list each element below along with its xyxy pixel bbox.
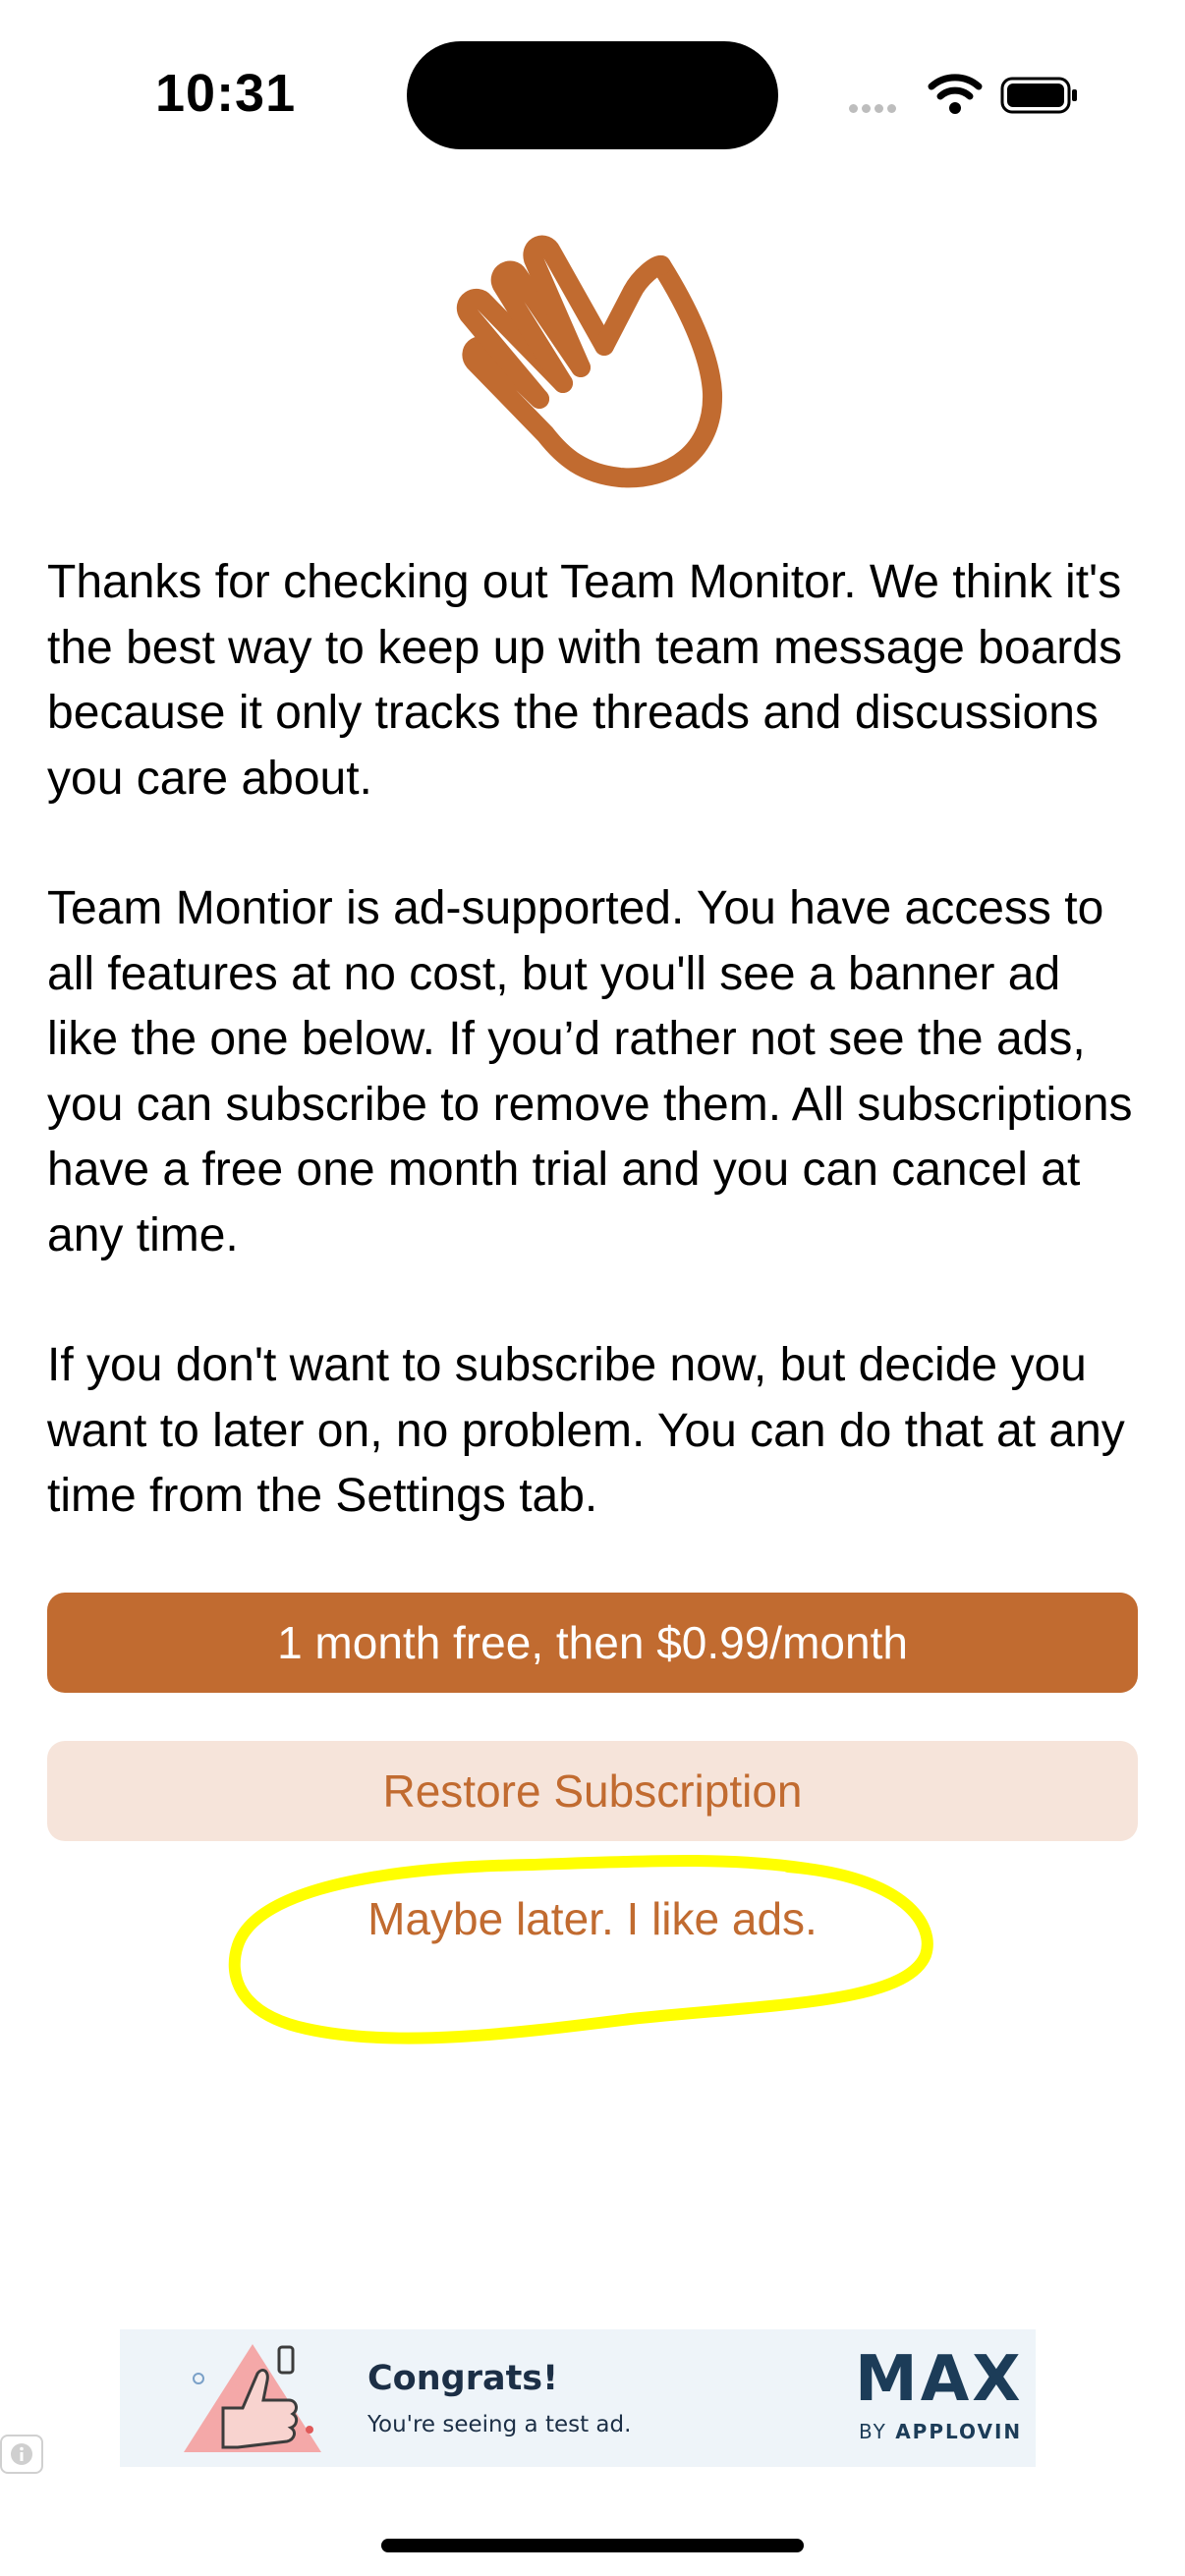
ad-banner[interactable]: Congrats! You're seeing a test ad. MAX B… (120, 2329, 1036, 2467)
ad-subtitle: You're seeing a test ad. (367, 2412, 632, 2437)
dynamic-island (407, 41, 778, 149)
intro-paragraph-1: Thanks for checking out Team Monitor. We… (47, 556, 1122, 805)
intro-paragraph-2: Team Montior is ad-supported. You have a… (47, 882, 1133, 1261)
home-indicator[interactable] (381, 2539, 804, 2552)
ad-brand-byline: BY APPLOVIN (859, 2420, 1023, 2443)
intro-text: Thanks for checking out Team Monitor. We… (47, 550, 1140, 1595)
ad-title: Congrats! (367, 2359, 559, 2398)
subscribe-button[interactable]: 1 month free, then $0.99/month (47, 1593, 1138, 1693)
highlight-circle (228, 1855, 933, 2044)
wifi-icon (928, 74, 983, 114)
signal-icon (849, 100, 900, 118)
maybe-later-button[interactable]: Maybe later. I like ads. (285, 1884, 900, 1953)
ad-info-icon[interactable] (0, 2435, 43, 2474)
battery-icon (1000, 77, 1077, 114)
ad-brand-logo: MAX (855, 2343, 1024, 2416)
status-time: 10:31 (155, 64, 297, 123)
waving-hand-icon (457, 235, 723, 488)
thumbs-up-icon (184, 2344, 321, 2452)
restore-subscription-button[interactable]: Restore Subscription (47, 1741, 1138, 1841)
intro-paragraph-3: If you don't want to subscribe now, but … (47, 1339, 1125, 1522)
